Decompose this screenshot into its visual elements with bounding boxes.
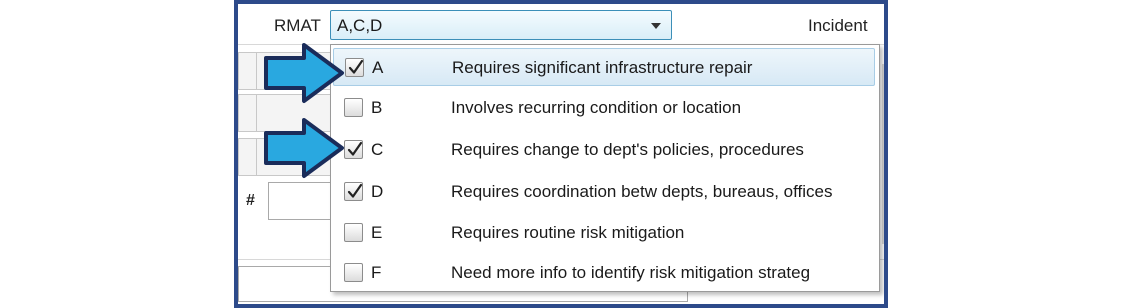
option-description: Requires significant infrastructure repa… <box>452 58 753 77</box>
incident-label: Incident <box>808 16 868 35</box>
checkmark-icon <box>348 59 364 74</box>
option-description: Involves recurring condition or location <box>451 98 742 117</box>
option-code: B <box>371 98 383 117</box>
right-edge-line <box>882 64 884 244</box>
checkmark-icon <box>347 183 363 198</box>
option-checkbox[interactable] <box>345 58 364 77</box>
rmat-selected-value: A,C,D <box>337 16 383 35</box>
option-d[interactable]: D Requires coordination betw depts, burea… <box>333 173 875 211</box>
option-code: D <box>371 182 384 201</box>
number-input[interactable] <box>268 182 332 220</box>
option-checkbox[interactable] <box>344 223 363 242</box>
option-description: Requires coordination betw depts, bureau… <box>451 182 833 201</box>
option-description: Need more info to identify risk mitigati… <box>451 263 811 282</box>
option-e[interactable]: E Requires routine risk mitigation <box>333 214 875 252</box>
option-code: A <box>372 58 384 77</box>
option-code: F <box>371 263 382 282</box>
rmat-combobox[interactable]: A,C,D <box>330 10 672 40</box>
option-checkbox[interactable] <box>344 182 363 201</box>
option-description: Requires routine risk mitigation <box>451 223 685 242</box>
checkmark-icon <box>347 141 363 156</box>
number-label: # <box>246 192 255 209</box>
option-checkbox[interactable] <box>344 263 363 282</box>
option-code: E <box>371 223 383 242</box>
option-b[interactable]: B Involves recurring condition or locatio… <box>333 89 875 127</box>
option-checkbox[interactable] <box>344 140 363 159</box>
option-a[interactable]: A Requires significant infrastructure rep… <box>333 48 875 86</box>
chevron-down-icon[interactable] <box>651 23 661 29</box>
option-description: Requires change to dept's policies, proc… <box>451 140 804 159</box>
rmat-label: RMAT <box>274 16 321 35</box>
option-code: C <box>371 140 384 159</box>
rmat-dropdown-list: A Requires significant infrastructure rep… <box>330 44 880 292</box>
arrow-right-icon <box>264 118 344 178</box>
option-f[interactable]: F Need more info to identify risk mitigat… <box>333 254 875 292</box>
option-c[interactable]: C Requires change to dept's policies, pro… <box>333 131 875 169</box>
option-checkbox[interactable] <box>344 98 363 117</box>
arrow-right-icon <box>264 43 344 103</box>
